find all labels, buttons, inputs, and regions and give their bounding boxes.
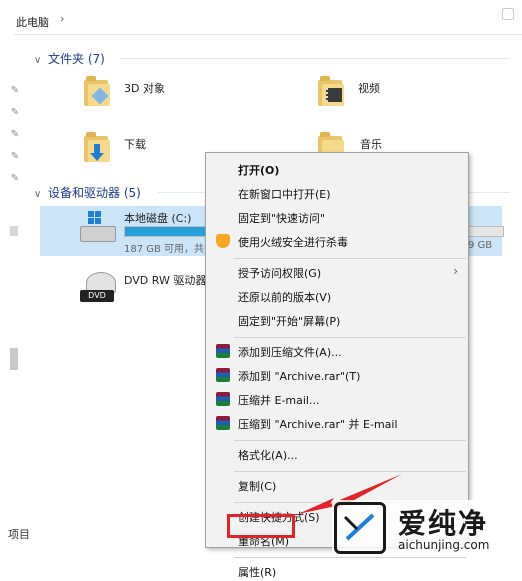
folders-group-header[interactable]: ∨ 文件夹 (7) bbox=[34, 50, 105, 67]
menu-item-properties[interactable]: 属性(R) bbox=[206, 561, 468, 581]
menu-separator bbox=[234, 440, 466, 441]
menu-item-0[interactable]: 打开(O) bbox=[206, 159, 468, 179]
menu-item-10[interactable]: 添加到 "Archive.rar"(T) bbox=[206, 365, 468, 385]
dvd-drive-icon: DVD bbox=[80, 272, 116, 304]
shield-icon bbox=[216, 234, 230, 248]
menu-item-label: 压缩到 "Archive.rar" 并 E-mail bbox=[238, 418, 398, 431]
menu-item-label: 在新窗口中打开(E) bbox=[238, 188, 331, 201]
pin-icon[interactable]: ✎ bbox=[10, 152, 20, 162]
breadcrumb-chevron-icon[interactable]: › bbox=[60, 12, 64, 25]
folder-label: 下载 bbox=[124, 138, 146, 151]
watermark-title: 爱纯净 bbox=[398, 507, 489, 540]
menu-separator bbox=[234, 258, 466, 259]
menu-item-label: 格式化(A)... bbox=[238, 449, 298, 462]
dvd-drive-label: DVD RW 驱动器 bbox=[124, 274, 207, 287]
watermark: 爱纯净 aichunjing.com bbox=[332, 500, 522, 557]
navigation-pane[interactable]: ✎ ✎ ✎ ✎ ✎ bbox=[0, 36, 28, 557]
menu-separator bbox=[234, 557, 466, 558]
menu-separator bbox=[234, 337, 466, 338]
winrar-icon bbox=[216, 416, 230, 430]
pin-icon[interactable]: ✎ bbox=[10, 108, 20, 118]
menu-item-label: 固定到"快速访问" bbox=[238, 212, 326, 225]
dvd-drive-item[interactable]: DVD DVD RW 驱动器 bbox=[76, 266, 216, 310]
winrar-icon bbox=[216, 368, 230, 382]
hard-drive-icon bbox=[80, 211, 116, 242]
pin-icon[interactable]: ✎ bbox=[10, 130, 20, 140]
address-divider bbox=[14, 34, 522, 35]
properties-highlight-box bbox=[227, 514, 295, 538]
nav-scrollbar[interactable] bbox=[10, 348, 18, 370]
menu-item-label: 还原以前的版本(V) bbox=[238, 291, 332, 304]
menu-item-label: 添加到压缩文件(A)... bbox=[238, 346, 342, 359]
pin-icon[interactable]: ✎ bbox=[10, 86, 20, 96]
menu-item-6[interactable]: 还原以前的版本(V) bbox=[206, 286, 468, 306]
folder-label: 视频 bbox=[358, 82, 380, 95]
window-control-stub bbox=[502, 8, 514, 20]
watermark-logo-icon bbox=[334, 502, 386, 554]
folder-video-icon bbox=[318, 76, 344, 108]
winrar-icon bbox=[216, 392, 230, 406]
winrar-icon bbox=[216, 344, 230, 358]
menu-item-9[interactable]: 添加到压缩文件(A)... bbox=[206, 341, 468, 361]
breadcrumb-this-pc[interactable]: 此电脑 bbox=[16, 14, 49, 30]
address-bar[interactable]: 此电脑 › bbox=[0, 0, 522, 36]
drives-group-title: 设备和驱动器 (5) bbox=[48, 186, 141, 200]
folder-item[interactable]: 3D 对象 bbox=[80, 74, 220, 118]
folder-item[interactable]: 下载 bbox=[80, 130, 220, 174]
group-divider bbox=[120, 58, 510, 59]
dvd-badge: DVD bbox=[80, 290, 114, 302]
menu-item-2[interactable]: 固定到"快速访问" bbox=[206, 207, 468, 227]
menu-item-label: 使用火绒安全进行杀毒 bbox=[238, 236, 348, 249]
menu-item-label: 属性(R) bbox=[238, 566, 277, 579]
drives-group-header[interactable]: ∨ 设备和驱动器 (5) bbox=[34, 184, 141, 201]
nav-item-stub[interactable] bbox=[10, 226, 18, 236]
menu-item-label: 授予访问权限(G) bbox=[238, 267, 322, 280]
drive-c-free-text: 187 GB 可用，共 bbox=[124, 244, 205, 255]
menu-item-1[interactable]: 在新窗口中打开(E) bbox=[206, 183, 468, 203]
watermark-url: aichunjing.com bbox=[398, 538, 490, 552]
folder-item[interactable]: 视频 bbox=[316, 74, 456, 118]
menu-item-7[interactable]: 固定到"开始"屏幕(P) bbox=[206, 310, 468, 330]
chevron-down-icon[interactable]: ∨ bbox=[34, 55, 48, 66]
status-items-label: 项目 bbox=[8, 528, 30, 541]
drive-c-size-text: 9 GB bbox=[468, 240, 493, 251]
folder-label: 音乐 bbox=[360, 138, 382, 151]
menu-item-5[interactable]: 授予访问权限(G) › bbox=[206, 262, 468, 282]
drive-c-label: 本地磁盘 (C:) bbox=[124, 212, 192, 225]
folder-3d-icon bbox=[84, 76, 110, 108]
menu-item-3[interactable]: 使用火绒安全进行杀毒 bbox=[206, 231, 468, 251]
menu-item-14[interactable]: 格式化(A)... bbox=[206, 444, 468, 464]
pin-icon[interactable]: ✎ bbox=[10, 174, 20, 184]
menu-item-11[interactable]: 压缩并 E-mail... bbox=[206, 389, 468, 409]
chevron-right-icon: › bbox=[453, 264, 458, 278]
menu-item-12[interactable]: 压缩到 "Archive.rar" 并 E-mail bbox=[206, 413, 468, 433]
menu-item-label: 添加到 "Archive.rar"(T) bbox=[238, 370, 361, 383]
menu-item-label: 复制(C) bbox=[238, 480, 277, 493]
folder-label: 3D 对象 bbox=[124, 82, 165, 95]
folders-group-title: 文件夹 (7) bbox=[48, 52, 105, 66]
chevron-down-icon[interactable]: ∨ bbox=[34, 189, 48, 200]
menu-item-label: 打开(O) bbox=[238, 164, 280, 177]
folder-download-icon bbox=[84, 132, 110, 164]
menu-item-label: 压缩并 E-mail... bbox=[238, 394, 320, 407]
menu-item-label: 固定到"开始"屏幕(P) bbox=[238, 315, 341, 328]
